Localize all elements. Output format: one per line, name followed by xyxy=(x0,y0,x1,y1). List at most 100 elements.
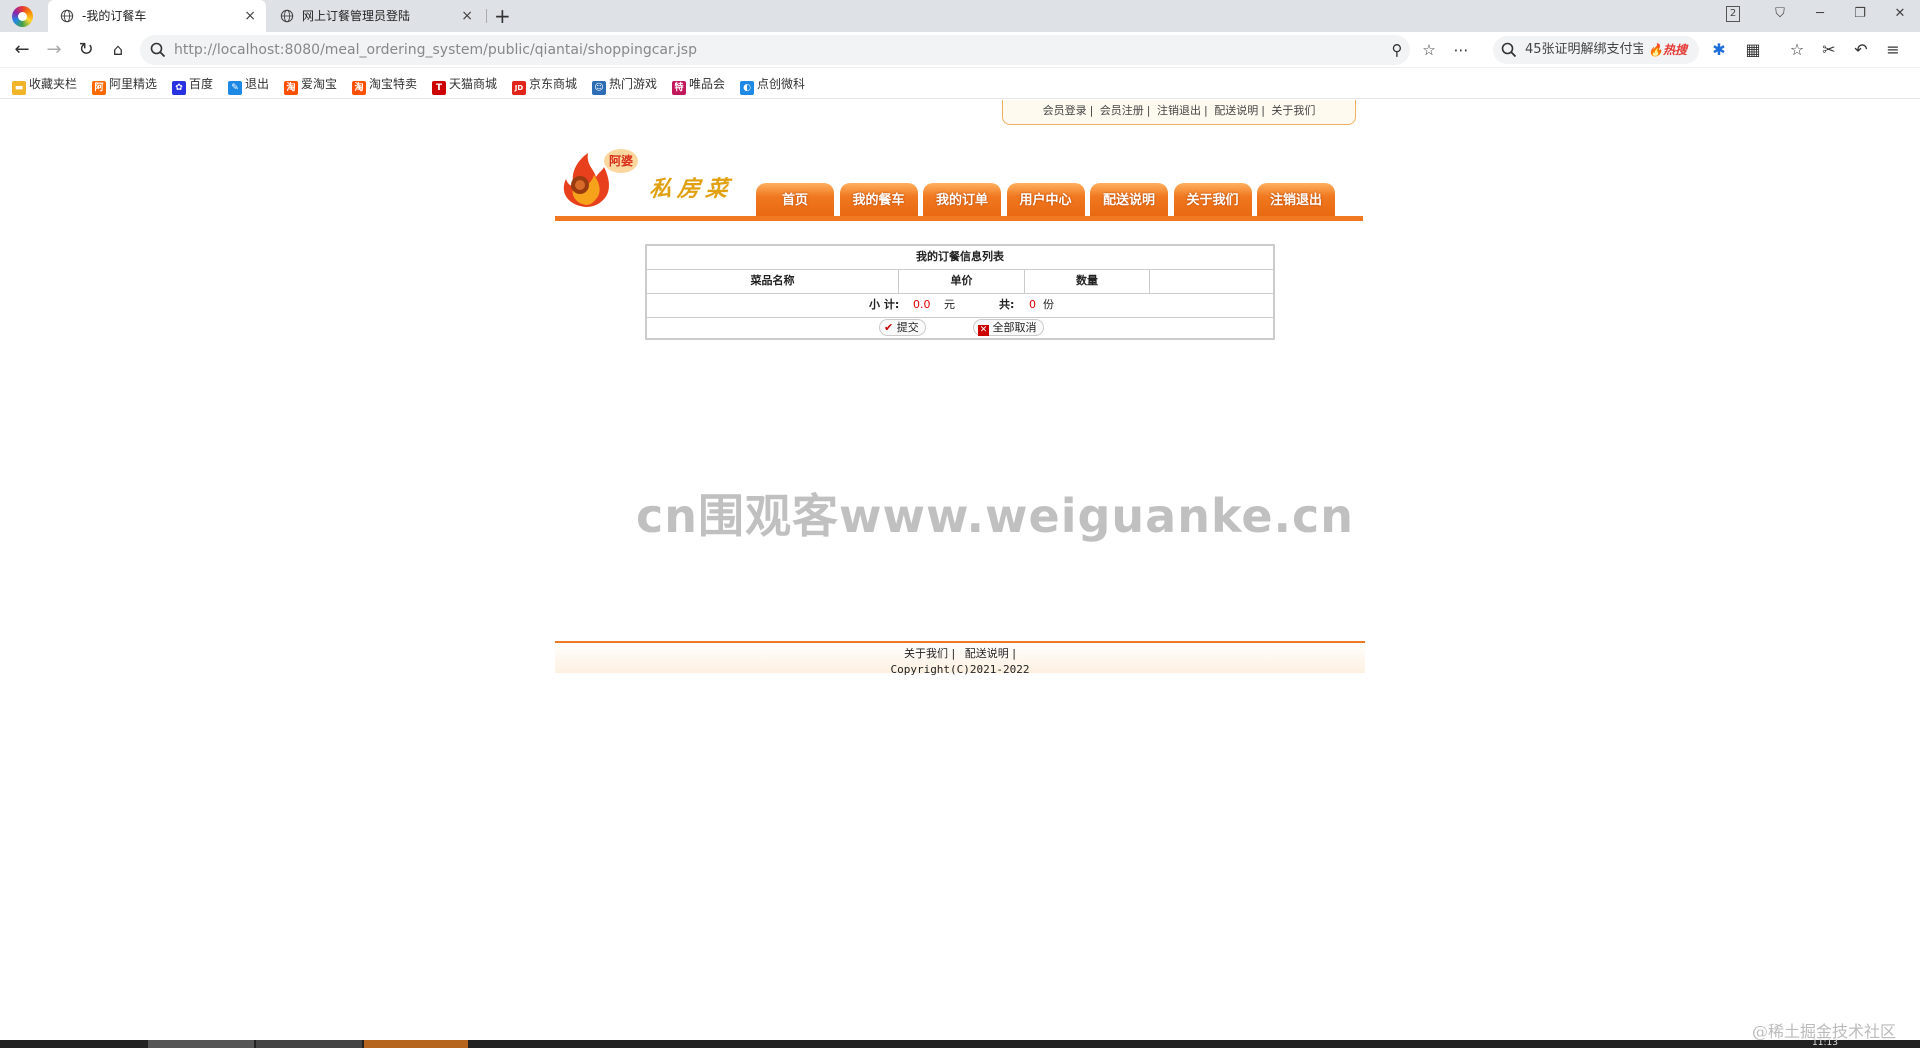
nav-delivery-info[interactable]: 配送说明 xyxy=(1090,183,1168,217)
nav-my-orders[interactable]: 我的订单 xyxy=(923,183,1001,217)
minimize-button[interactable]: ─ xyxy=(1808,4,1832,24)
check-icon: ✔ xyxy=(884,321,894,334)
taskbar-clock: 11:13 xyxy=(1812,1038,1838,1048)
subtotal-row: 小 计: 0.0 元 共: 0 份 xyxy=(647,294,1273,318)
close-window-button[interactable]: ✕ xyxy=(1888,4,1912,24)
cancel-all-button[interactable]: ✕ 全部取消 xyxy=(973,319,1044,336)
tab-count-icon[interactable]: 2 xyxy=(1726,6,1740,22)
taskbar-item[interactable] xyxy=(256,1040,362,1048)
baidu-paw-icon: ✿ xyxy=(172,81,186,95)
col-quantity: 数量 xyxy=(1025,270,1150,293)
restore-button[interactable]: ❐ xyxy=(1848,4,1872,24)
count-value: 0 xyxy=(1029,298,1036,311)
cancel-all-label: 全部取消 xyxy=(992,321,1037,334)
browser-toolbar: ← → ↻ ⌂ http://localhost:8080/meal_order… xyxy=(0,32,1920,68)
menu-icon[interactable]: ≡ xyxy=(1882,39,1904,61)
bookmark-label: 淘宝特卖 xyxy=(369,77,418,91)
favorites-list-icon[interactable]: ☆ xyxy=(1786,39,1808,61)
bookmark-4[interactable]: ✎ 退出 xyxy=(228,75,270,95)
tab-title: -我的订餐车 xyxy=(82,9,147,23)
submit-button[interactable]: ✔ 提交 xyxy=(879,319,926,336)
shirt-icon[interactable]: ⛉ xyxy=(1768,4,1792,24)
action-row: ✔ 提交 ✕ 全部取消 xyxy=(647,318,1273,338)
cancel-x-icon: ✕ xyxy=(978,325,989,336)
star-icon[interactable]: ☆ xyxy=(1418,39,1440,61)
bookmark-11[interactable]: ◐ 点创微科 xyxy=(740,75,805,95)
bookmark-label: 热门游戏 xyxy=(609,77,658,91)
tab-close-icon[interactable]: × xyxy=(461,0,473,32)
address-bar[interactable]: http://localhost:8080/meal_ordering_syst… xyxy=(140,35,1469,65)
site-logo[interactable]: 阿婆 私房菜 xyxy=(558,147,738,213)
vip-icon: 特 xyxy=(672,81,686,95)
bookmark-8[interactable]: JD 京东商城 xyxy=(512,75,577,95)
tmall-icon: T xyxy=(432,81,446,95)
col-dish-name: 菜品名称 xyxy=(647,270,899,293)
bookmark-label: 天猫商城 xyxy=(449,77,498,91)
back-arrow-icon[interactable]: ← xyxy=(10,38,34,62)
subtotal-label: 小 计: xyxy=(869,298,900,311)
table-header-row: 菜品名称 单价 数量 xyxy=(647,270,1273,294)
search-bar[interactable]: 45张证明解绑支付宝 🔥热搜 xyxy=(1493,36,1699,64)
browser-logo-icon[interactable] xyxy=(12,6,33,27)
new-tab-button[interactable]: + xyxy=(494,3,511,29)
member-register-link[interactable]: 会员注册 xyxy=(1100,104,1144,117)
bookmark-label: 退出 xyxy=(245,77,270,91)
hot-search-badge[interactable]: 🔥热搜 xyxy=(1648,41,1687,58)
bookmark-label: 收藏夹栏 xyxy=(29,77,78,91)
globe-icon xyxy=(280,9,294,23)
about-us-link[interactable]: 关于我们 xyxy=(1271,104,1315,117)
bookmark-7[interactable]: T 天猫商城 xyxy=(432,75,498,95)
taobao-icon: 淘 xyxy=(352,81,366,95)
bookmark-9[interactable]: ☺ 热门游戏 xyxy=(592,75,658,95)
taskbar-item[interactable] xyxy=(148,1040,254,1048)
nav-home[interactable]: 首页 xyxy=(756,183,834,217)
subtotal-value: 0.0 xyxy=(913,298,931,311)
reload-icon[interactable]: ↻ xyxy=(74,38,98,62)
taskbar-item-active[interactable] xyxy=(364,1040,468,1048)
bookmark-1[interactable]: ▬ 收藏夹栏 xyxy=(12,75,78,95)
zoom-icon[interactable]: ⚲ xyxy=(1386,39,1408,61)
extension-puzzle-icon[interactable]: ✱ xyxy=(1708,39,1730,61)
nav-logout[interactable]: 注销退出 xyxy=(1257,183,1335,217)
col-unit-price: 单价 xyxy=(899,270,1025,293)
nav-about-us[interactable]: 关于我们 xyxy=(1173,183,1252,217)
nav-user-center[interactable]: 用户中心 xyxy=(1006,183,1085,217)
logo-text: 私房菜 xyxy=(647,176,736,202)
taobao-icon: 淘 xyxy=(284,81,298,95)
search-icon xyxy=(1501,42,1517,58)
home-icon[interactable]: ⌂ xyxy=(106,38,130,62)
ali-icon: 阿 xyxy=(92,81,106,95)
scissors-icon[interactable]: ✂ xyxy=(1818,39,1840,61)
footer-delivery-link[interactable]: 配送说明 xyxy=(965,647,1009,660)
apps-grid-icon[interactable]: ▦ xyxy=(1742,39,1764,61)
bookmark-2[interactable]: 阿阿里精选 xyxy=(92,75,157,95)
footer-about-link[interactable]: 关于我们 xyxy=(904,647,948,660)
undo-icon[interactable]: ↶ xyxy=(1850,39,1872,61)
delivery-info-link[interactable]: 配送说明 xyxy=(1214,104,1258,117)
bookmark-label: 爱淘宝 xyxy=(301,77,338,91)
address-input[interactable]: http://localhost:8080/meal_ordering_syst… xyxy=(174,35,1294,65)
hot-search-label: 热搜 xyxy=(1662,43,1687,57)
bookmark-label: 百度 xyxy=(189,77,214,91)
os-taskbar xyxy=(0,1040,1920,1048)
tab-separator xyxy=(486,9,487,23)
bookmark-10[interactable]: 特唯品会 xyxy=(672,75,726,95)
member-login-link[interactable]: 会员登录 xyxy=(1043,104,1087,117)
tab-close-icon[interactable]: × xyxy=(244,0,256,32)
search-suggestion[interactable]: 45张证明解绑支付宝 xyxy=(1525,36,1643,64)
logo-badge: 阿婆 xyxy=(604,149,638,173)
tab-admin-login[interactable]: 网上订餐管理员登陆 × xyxy=(268,0,483,32)
bookmark-3[interactable]: ✿ 百度 xyxy=(172,75,214,95)
logout-link[interactable]: 注销退出 xyxy=(1157,104,1201,117)
forward-arrow-icon[interactable]: → xyxy=(42,38,66,62)
more-icon[interactable]: ⋯ xyxy=(1450,39,1472,61)
nav-my-cart[interactable]: 我的餐车 xyxy=(839,183,918,217)
feather-icon: ✎ xyxy=(228,81,242,95)
bookmark-5[interactable]: 淘爱淘宝 xyxy=(284,75,338,95)
tab-title: 网上订餐管理员登陆 xyxy=(302,9,411,23)
jd-icon: JD xyxy=(512,81,526,95)
order-table: 我的订餐信息列表 菜品名称 单价 数量 小 计: 0.0 元 共: 0 份 ✔ … xyxy=(645,244,1275,340)
tab-shopping-cart[interactable]: -我的订餐车 × xyxy=(48,0,266,32)
bookmark-label: 唯品会 xyxy=(689,77,726,91)
bookmark-6[interactable]: 淘淘宝特卖 xyxy=(352,75,418,95)
